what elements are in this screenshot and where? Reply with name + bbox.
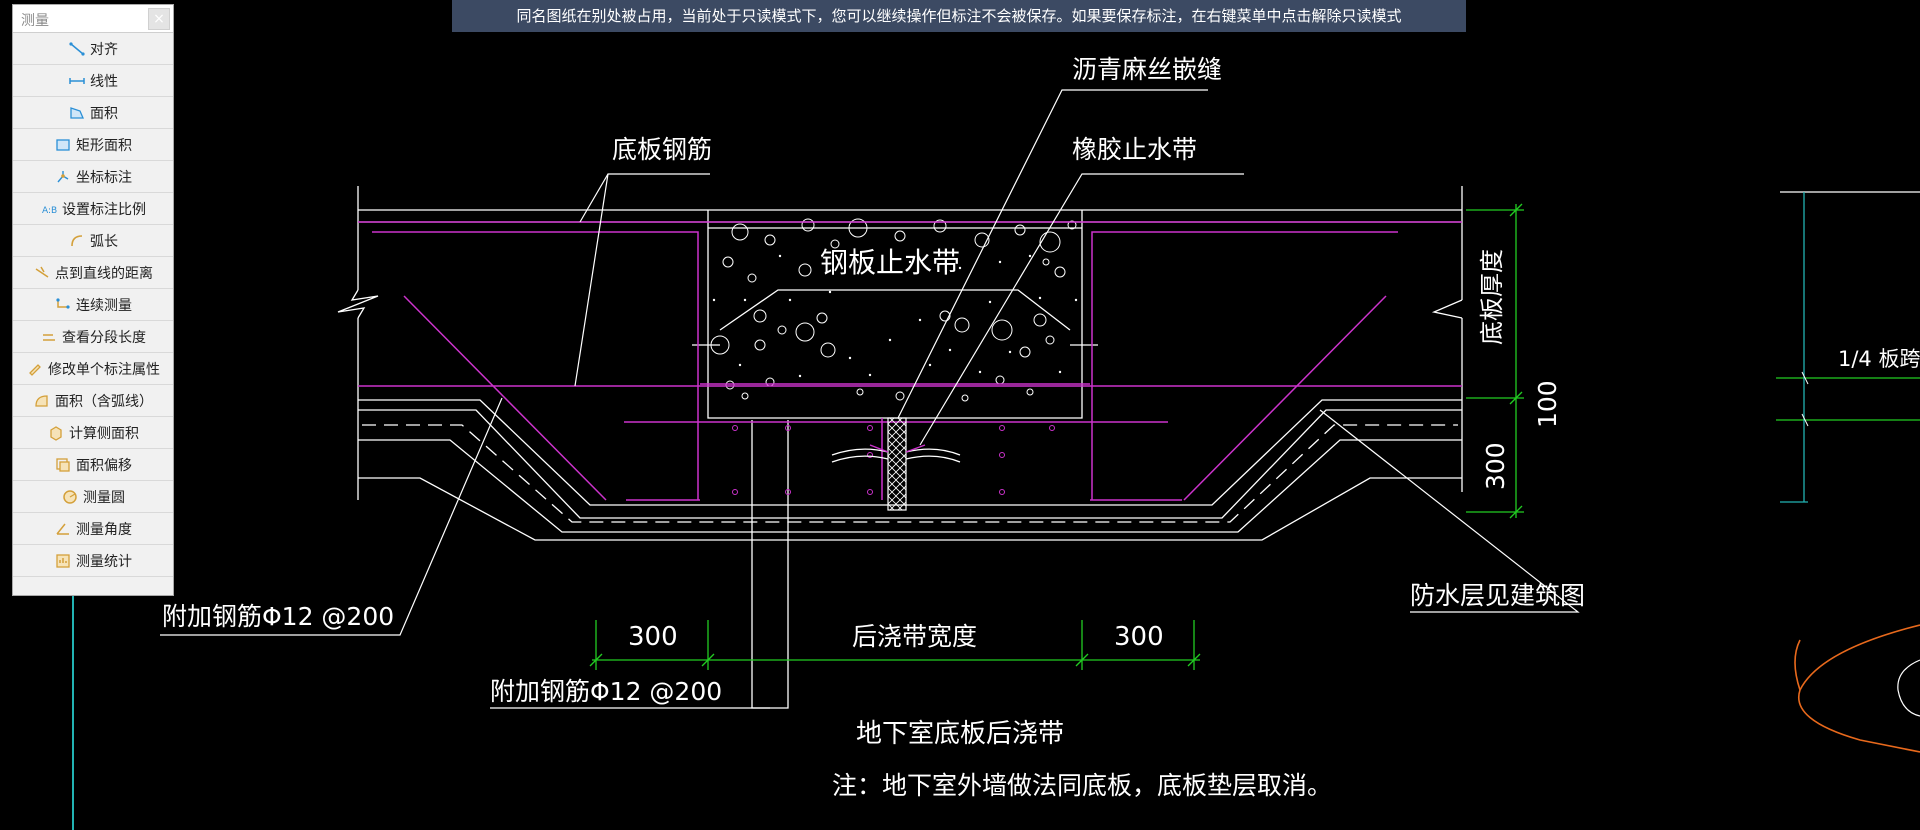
measure-tool-list: 对齐线性面积矩形面积坐标标注 A:B 设置标注比例 弧长点到直线的距离 连续测量查看分段… xyxy=(13,33,173,577)
measure-tool-label: 计算侧面积 xyxy=(69,425,139,442)
measure-tool-arc-area[interactable]: 面积（含弧线） xyxy=(13,385,173,417)
area-icon xyxy=(68,105,86,121)
panel-header: 测量 × xyxy=(13,5,173,33)
measure-tool-area-offset[interactable]: 面积偏移 xyxy=(13,449,173,481)
measure-tool-label: 连续测量 xyxy=(76,297,132,314)
arc-area-icon xyxy=(33,393,51,409)
scale-icon: A:B xyxy=(40,201,58,217)
dim-300-right: 300 xyxy=(1114,622,1164,652)
measure-tool-arc-length[interactable]: 弧长 xyxy=(13,225,173,257)
measure-panel: 测量 × 对齐线性面积矩形面积坐标标注 A:B 设置标注比例 弧长点到直线的距离 连续测… xyxy=(12,4,174,596)
dim-100: 100 xyxy=(1533,380,1562,428)
point-line-distance-icon xyxy=(33,265,51,281)
rect-area-icon xyxy=(54,137,72,153)
label-waterproof-layer: 防水层见建筑图 xyxy=(1410,581,1585,610)
cad-drawing-canvas[interactable]: 沥青麻丝嵌缝 底板钢筋 橡胶止水带 钢板止水带 底板厚度 100 300 防水层… xyxy=(0,0,1920,830)
measure-tool-area[interactable]: 面积 xyxy=(13,97,173,129)
measure-tool-segment-length[interactable]: 查看分段长度 xyxy=(13,321,173,353)
measure-angle-icon xyxy=(54,521,72,537)
measure-tool-label: 修改单个标注属性 xyxy=(48,361,160,378)
dimension-lines xyxy=(589,203,1920,670)
dim-300-vertical: 300 xyxy=(1481,442,1510,490)
linear-measure-icon xyxy=(68,73,86,89)
measure-tool-measure-angle[interactable]: 测量角度 xyxy=(13,513,173,545)
measure-tool-label: 点到直线的距离 xyxy=(55,265,153,282)
area-offset-icon xyxy=(54,457,72,473)
measure-tool-label: 测量角度 xyxy=(76,521,132,538)
drawing-caption: 地下室底板后浇带 xyxy=(856,719,1064,749)
measure-tool-label: 测量圆 xyxy=(83,489,125,506)
label-asphalt-joint: 沥青麻丝嵌缝 xyxy=(1072,55,1222,84)
measure-tool-coordinate[interactable]: 坐标标注 xyxy=(13,161,173,193)
adjacent-drawing xyxy=(1780,191,1920,753)
rubber-water-stop xyxy=(831,417,961,511)
measure-tool-rect-area[interactable]: 矩形面积 xyxy=(13,129,173,161)
label-quarter-span: 1/4 板跨L xyxy=(1838,347,1920,371)
measure-tool-point-line-distance[interactable]: 点到直线的距离 xyxy=(13,257,173,289)
measure-tool-linear-measure[interactable]: 线性 xyxy=(13,65,173,97)
label-extra-rebar-1: 附加钢筋Φ12 @200 xyxy=(162,602,394,631)
measure-tool-label: 测量统计 xyxy=(76,553,132,570)
svg-text:A:B: A:B xyxy=(42,206,57,216)
measure-circle-icon xyxy=(61,489,79,505)
close-button[interactable]: × xyxy=(148,8,170,30)
measure-tool-label: 矩形面积 xyxy=(76,137,132,154)
measure-stats-icon xyxy=(54,553,72,569)
measure-tool-align-measure[interactable]: 对齐 xyxy=(13,33,173,65)
measure-tool-label: 查看分段长度 xyxy=(62,329,146,346)
measure-tool-label: 弧长 xyxy=(90,233,118,250)
measure-tool-continuous-measure[interactable]: 连续测量 xyxy=(13,289,173,321)
read-only-notice: 同名图纸在别处被占用，当前处于只读模式下，您可以继续操作但标注不会被保存。如果要… xyxy=(452,0,1466,32)
edit-annotation-icon xyxy=(26,361,44,377)
label-rubber-water-stop: 橡胶止水带 xyxy=(1072,135,1197,164)
dim-post-pour-width: 后浇带宽度 xyxy=(852,622,977,651)
measure-tool-side-area[interactable]: 计算侧面积 xyxy=(13,417,173,449)
arc-length-icon xyxy=(68,233,86,249)
coordinate-icon xyxy=(54,169,72,185)
label-base-rebar: 底板钢筋 xyxy=(612,135,712,164)
dim-300-left: 300 xyxy=(628,622,678,652)
drawing-note: 注：地下室外墙做法同底板，底板垫层取消。 xyxy=(832,771,1332,800)
measure-tool-label: 对齐 xyxy=(90,41,118,58)
align-measure-icon xyxy=(68,41,86,57)
measure-tool-label: 面积 xyxy=(90,105,118,122)
measure-tool-label: 面积偏移 xyxy=(76,457,132,474)
measure-tool-label: 坐标标注 xyxy=(76,169,132,186)
measure-tool-scale[interactable]: A:B 设置标注比例 xyxy=(13,193,173,225)
measure-tool-label: 面积（含弧线） xyxy=(55,393,153,410)
measure-tool-label: 设置标注比例 xyxy=(62,201,146,218)
label-extra-rebar-2: 附加钢筋Φ12 @200 xyxy=(490,677,722,706)
measure-tool-label: 线性 xyxy=(90,73,118,90)
side-area-icon xyxy=(47,425,65,441)
label-steel-water-stop: 钢板止水带 xyxy=(820,246,960,279)
segment-length-icon xyxy=(40,329,58,345)
measure-tool-edit-annotation[interactable]: 修改单个标注属性 xyxy=(13,353,173,385)
measure-tool-measure-circle[interactable]: 测量圆 xyxy=(13,481,173,513)
label-slab-thickness: 底板厚度 xyxy=(1478,249,1506,345)
measure-tool-measure-stats[interactable]: 测量统计 xyxy=(13,545,173,577)
continuous-measure-icon xyxy=(54,297,72,313)
panel-title: 测量 xyxy=(21,13,49,29)
